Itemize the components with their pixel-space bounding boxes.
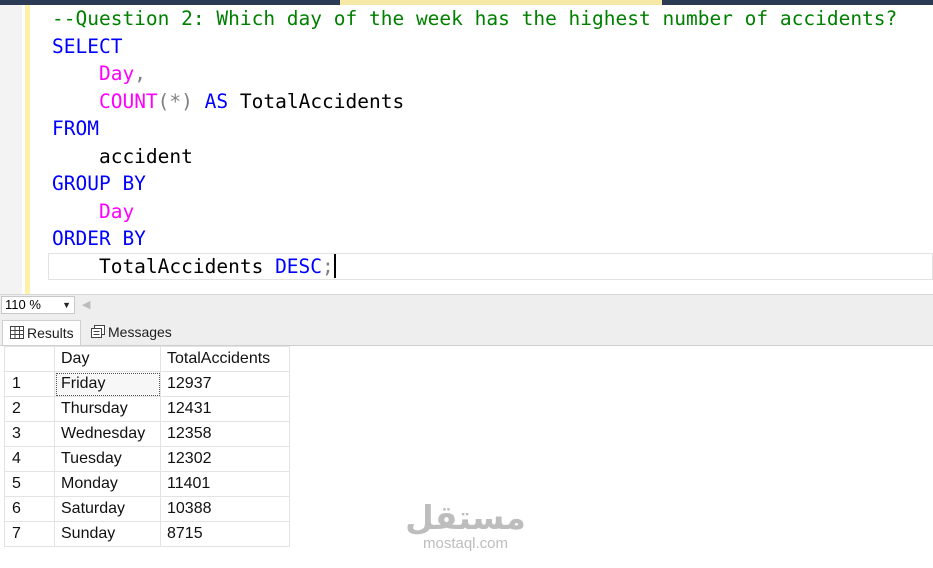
day-cell[interactable]: Friday (54, 371, 161, 397)
total-accidents-cell[interactable]: 8715 (160, 521, 290, 547)
day-cell[interactable]: Sunday (54, 521, 161, 547)
row-number-header[interactable] (4, 346, 55, 372)
code-line[interactable]: ORDER BY (52, 225, 897, 253)
code-line[interactable]: TotalAccidents DESC; (52, 253, 897, 281)
code-token: DESC (275, 254, 323, 278)
total-accidents-cell[interactable]: 11401 (160, 471, 290, 497)
code-token: FROM (52, 117, 99, 140)
mostaql-watermark: مستقل mostaql.com (398, 500, 533, 552)
code-line[interactable]: SELECT (52, 33, 897, 61)
code-line[interactable]: COUNT(*) AS TotalAccidents (52, 88, 897, 116)
row-number-cell[interactable]: 6 (4, 496, 55, 522)
code-token: --Question 2: Which day of the week has … (52, 7, 898, 30)
row-number-cell[interactable]: 7 (4, 521, 55, 547)
table-row[interactable]: 7 Sunday 8715 (4, 521, 290, 547)
tab-results-label: Results (27, 325, 74, 341)
chevron-down-icon[interactable]: ▼ (62, 297, 71, 313)
code-token: accident (52, 144, 193, 168)
text-caret (333, 253, 336, 278)
watermark-latin: mostaql.com (422, 535, 509, 552)
code-token: COUNT (98, 89, 158, 113)
change-tracking-bar (25, 5, 30, 294)
code-token: Day (98, 199, 135, 223)
grid-icon (10, 326, 24, 339)
row-number-cell[interactable]: 4 (4, 446, 55, 472)
code-line[interactable]: --Question 2: Which day of the week has … (52, 5, 897, 33)
table-row[interactable]: 2 Thursday 12431 (4, 396, 290, 422)
day-cell[interactable]: Saturday (54, 496, 161, 522)
tab-messages-label: Messages (108, 324, 172, 340)
zoom-dropdown[interactable]: 110 % ▼ (1, 296, 75, 314)
code-area[interactable]: --Question 2: Which day of the week has … (52, 5, 897, 280)
table-row[interactable]: 3 Wednesday 12358 (4, 421, 290, 447)
column-header-totalaccidents[interactable]: TotalAccidents (160, 346, 290, 372)
code-token: ; (322, 254, 334, 278)
tab-messages[interactable]: Messages (84, 320, 176, 345)
total-accidents-cell[interactable]: 12937 (160, 371, 290, 397)
editor-gutter (0, 5, 22, 294)
query-editor[interactable]: --Question 2: Which day of the week has … (0, 5, 933, 294)
code-token: GROUP BY (52, 172, 146, 195)
total-accidents-cell[interactable]: 12431 (160, 396, 290, 422)
row-number-cell[interactable]: 1 (4, 371, 55, 397)
code-token: ORDER BY (52, 227, 146, 250)
day-cell[interactable]: Tuesday (54, 446, 161, 472)
code-token: TotalAccidents (228, 89, 405, 113)
code-line[interactable]: FROM (52, 115, 897, 143)
code-line[interactable]: GROUP BY (52, 170, 897, 198)
watermark-arabic: مستقل (405, 498, 526, 537)
results-grid: Day TotalAccidents 1 Friday 12937 2 Thursday… (4, 346, 290, 547)
code-token: (*) (157, 89, 193, 113)
table-row[interactable]: 4 Tuesday 12302 (4, 446, 290, 472)
total-accidents-cell[interactable]: 12358 (160, 421, 290, 447)
row-number-cell[interactable]: 3 (4, 421, 55, 447)
code-token: TotalAccidents (52, 254, 276, 278)
tab-results[interactable]: Results (2, 320, 81, 345)
result-tabs: Results Messages (0, 316, 933, 346)
scroll-left-icon[interactable]: ◀ (82, 297, 90, 313)
grid-header-row: Day TotalAccidents (4, 346, 290, 372)
zoom-value: 110 % (5, 297, 41, 312)
table-row[interactable]: 6 Saturday 10388 (4, 496, 290, 522)
table-row[interactable]: 5 Monday 11401 (4, 471, 290, 497)
total-accidents-cell[interactable]: 10388 (160, 496, 290, 522)
column-header-day[interactable]: Day (54, 346, 161, 372)
code-token: SELECT (52, 34, 123, 58)
code-line[interactable]: Day, (52, 60, 897, 88)
code-token: , (134, 62, 146, 85)
day-cell[interactable]: Wednesday (54, 421, 161, 447)
code-token: AS (204, 89, 229, 113)
messages-icon (91, 325, 105, 338)
day-cell[interactable]: Monday (54, 471, 161, 497)
table-row[interactable]: 1 Friday 12937 (4, 371, 290, 397)
code-line[interactable]: accident (52, 143, 897, 171)
code-token: Day (98, 62, 135, 85)
code-line[interactable]: Day (52, 198, 897, 226)
day-cell[interactable]: Thursday (54, 396, 161, 422)
row-number-cell[interactable]: 5 (4, 471, 55, 497)
total-accidents-cell[interactable]: 12302 (160, 446, 290, 472)
editor-status-strip: 110 % ▼ ◀ (0, 294, 933, 316)
row-number-cell[interactable]: 2 (4, 396, 55, 422)
